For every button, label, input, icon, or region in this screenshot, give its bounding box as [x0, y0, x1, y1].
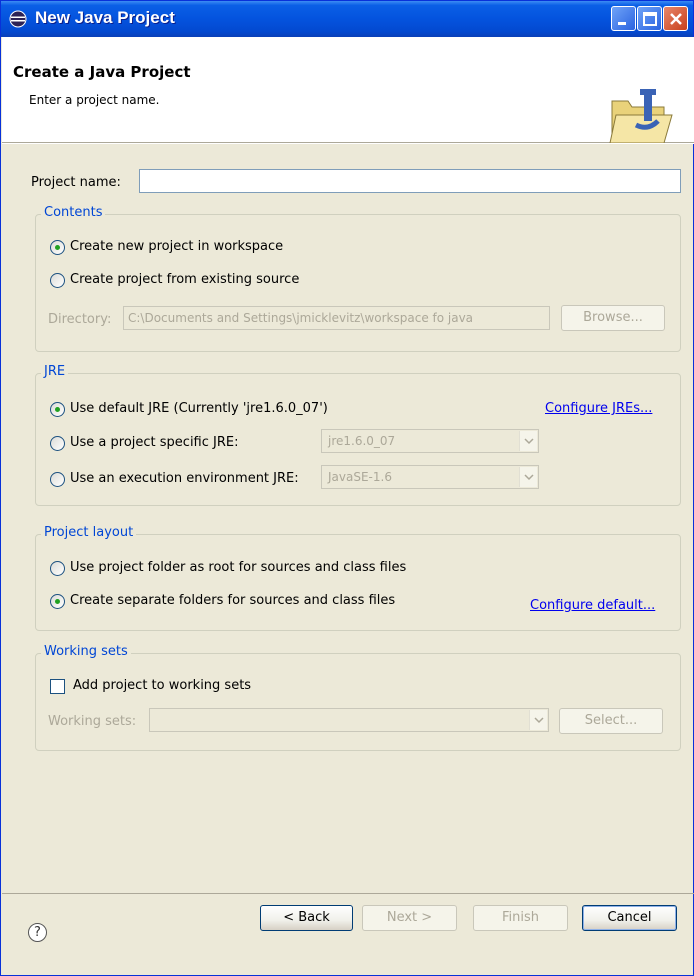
env-jre-value: JavaSE-1.6: [328, 470, 392, 484]
footer-separator: [2, 893, 694, 894]
project-name-label: Project name:: [31, 175, 121, 190]
project-name-input[interactable]: [139, 169, 681, 193]
next-button[interactable]: Next >: [362, 905, 457, 931]
back-button[interactable]: < Back: [260, 905, 353, 931]
env-jre-combo[interactable]: JavaSE-1.6: [321, 465, 539, 489]
specific-jre-radio[interactable]: [50, 436, 65, 451]
project-layout-group-title: Project layout: [41, 525, 137, 540]
chevron-down-icon: [529, 710, 547, 730]
specific-jre-combo[interactable]: jre1.6.0_07: [321, 429, 539, 453]
layout-separate-radio[interactable]: [50, 594, 65, 609]
maximize-icon: [643, 12, 657, 26]
chevron-down-icon: [519, 431, 537, 451]
eclipse-icon: [9, 10, 27, 28]
working-sets-label: Working sets:: [48, 714, 137, 729]
env-jre-label[interactable]: Use an execution environment JRE:: [70, 471, 299, 486]
create-existing-radio[interactable]: [50, 273, 65, 288]
browse-button[interactable]: Browse...: [561, 305, 665, 331]
maximize-button[interactable]: [637, 6, 662, 31]
finish-button[interactable]: Finish: [473, 905, 568, 931]
add-working-sets-label[interactable]: Add project to working sets: [73, 678, 251, 693]
banner-separator: [2, 143, 694, 144]
new-java-project-dialog: New Java Project Create a Java Project E…: [0, 0, 694, 976]
create-new-radio[interactable]: [50, 240, 65, 255]
create-existing-label[interactable]: Create project from existing source: [70, 272, 299, 287]
configure-jres-link[interactable]: Configure JREs...: [545, 401, 652, 416]
wizard-message: Enter a project name.: [29, 93, 160, 107]
help-icon[interactable]: ?: [28, 923, 47, 942]
wizard-header: Create a Java Project Enter a project na…: [2, 37, 694, 144]
cancel-button[interactable]: Cancel: [582, 905, 677, 931]
layout-root-label[interactable]: Use project folder as root for sources a…: [70, 560, 406, 575]
working-sets-group-title: Working sets: [41, 644, 131, 659]
title-bar[interactable]: New Java Project: [1, 1, 693, 37]
specific-jre-label[interactable]: Use a project specific JRE:: [70, 435, 238, 450]
default-jre-label[interactable]: Use default JRE (Currently 'jre1.6.0_07'…: [70, 401, 328, 416]
add-working-sets-checkbox[interactable]: [50, 679, 65, 694]
close-icon: [670, 13, 682, 25]
configure-default-link[interactable]: Configure default...: [530, 598, 655, 613]
directory-input[interactable]: [123, 306, 550, 330]
contents-group-title: Contents: [41, 205, 106, 220]
env-jre-radio[interactable]: [50, 472, 65, 487]
minimize-button[interactable]: [611, 6, 636, 31]
window-title: New Java Project: [35, 8, 175, 27]
create-new-label[interactable]: Create new project in workspace: [70, 239, 283, 254]
directory-label: Directory:: [48, 312, 112, 327]
select-working-sets-button[interactable]: Select...: [559, 708, 663, 734]
specific-jre-value: jre1.6.0_07: [328, 434, 396, 448]
wizard-title: Create a Java Project: [13, 63, 191, 81]
layout-separate-label[interactable]: Create separate folders for sources and …: [70, 593, 395, 608]
java-folder-icon: [609, 89, 673, 144]
jre-group-title: JRE: [41, 364, 69, 379]
project-layout-group: [35, 534, 681, 631]
working-sets-combo[interactable]: [149, 708, 549, 732]
working-sets-group: [35, 653, 681, 751]
default-jre-radio[interactable]: [50, 402, 65, 417]
minimize-icon: [618, 22, 626, 25]
close-button[interactable]: [663, 6, 688, 31]
chevron-down-icon: [519, 467, 537, 487]
layout-root-radio[interactable]: [50, 561, 65, 576]
